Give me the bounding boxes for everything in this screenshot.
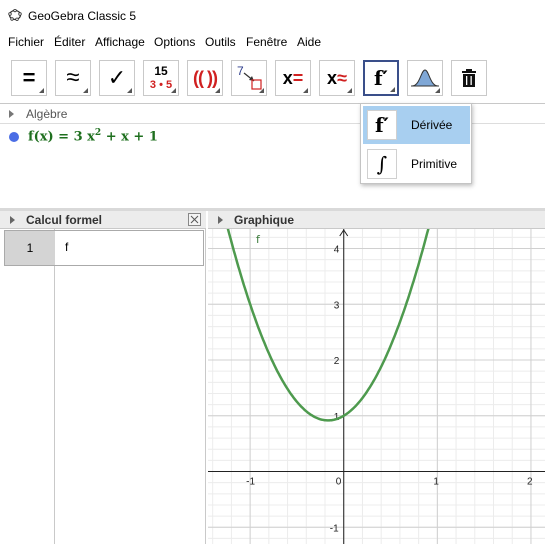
collapse-arrow-icon[interactable] <box>9 110 14 118</box>
menu-options[interactable]: Options <box>154 35 195 49</box>
curve-label-f: f <box>256 233 261 246</box>
menu-item-derivee[interactable]: f′ Dérivée <box>363 106 470 144</box>
y-tick-label: 2 <box>334 356 340 367</box>
expr-rhs: + x + 1 <box>101 129 158 145</box>
derivative-icon: f′ <box>367 110 397 140</box>
graphics-view-header[interactable]: Graphique <box>208 211 545 229</box>
title-bar: GeoGebra Classic 5 <box>0 0 545 32</box>
y-tick-label: -1 <box>330 523 339 534</box>
collapse-arrow-icon[interactable] <box>10 216 15 224</box>
menu-fenetre[interactable]: Fenêtre <box>246 35 287 49</box>
cas-view-title: Calcul formel <box>26 213 103 227</box>
evaluate-tool-button[interactable]: = <box>11 60 47 96</box>
integral-icon: ∫ <box>367 149 397 179</box>
window-title: GeoGebra Classic 5 <box>28 9 137 23</box>
derivative-icon: f′ <box>374 66 388 90</box>
x-tick-label: 2 <box>527 477 533 488</box>
menu-fichier[interactable]: Fichier <box>8 35 44 49</box>
y-tick-label: 3 <box>334 300 340 311</box>
function-curve-f[interactable] <box>220 202 437 422</box>
expr-lhs: f(x) = 3 x <box>28 129 95 145</box>
toolbar: = ≈ ✓ 15 3 • 5 (( )) 7 x= x≈ f′ <box>0 52 545 104</box>
menu-bar: Fichier Éditer Affichage Options Outils … <box>0 32 545 52</box>
collapse-arrow-icon[interactable] <box>218 216 223 224</box>
menu-aide[interactable]: Aide <box>297 35 321 49</box>
menu-item-label: Dérivée <box>411 118 453 132</box>
cas-row-input[interactable]: f <box>65 240 68 254</box>
graphics-view[interactable]: -1 0 1 2 4 3 2 1 -1 f <box>208 202 545 544</box>
menu-editer[interactable]: Éditer <box>54 35 85 49</box>
derivative-dropdown-menu: f′ Dérivée ∫ Primitive <box>360 103 472 184</box>
menu-outils[interactable]: Outils <box>205 35 236 49</box>
probability-calculator-button[interactable] <box>407 60 443 96</box>
function-definition[interactable]: f(x) = 3 x2 + x + 1 <box>28 128 158 144</box>
x-tick-label: 1 <box>433 477 439 488</box>
x-tick-label: 0 <box>336 477 342 488</box>
solve-numerically-tool-button[interactable]: x≈ <box>319 60 355 96</box>
cas-row-number[interactable]: 1 <box>5 231 55 265</box>
checkmark-icon: ✓ <box>107 65 127 90</box>
factor-tool-button[interactable]: 15 3 • 5 <box>143 60 179 96</box>
y-tick-label: 4 <box>334 245 340 256</box>
trash-icon <box>462 69 476 87</box>
delete-tool-button[interactable] <box>451 60 487 96</box>
substitute-tool-button[interactable]: 7 <box>231 60 267 96</box>
solve-numeric-icon: x≈ <box>327 67 347 88</box>
cas-view: 1 f <box>0 229 206 544</box>
approx-icon: ≈ <box>66 64 80 91</box>
derivative-tool-button[interactable]: f′ <box>363 60 399 96</box>
parentheses-icon: (( )) <box>193 67 218 88</box>
keep-input-tool-button[interactable]: ✓ <box>99 60 135 96</box>
x-tick-label: -1 <box>246 477 255 488</box>
expand-tool-button[interactable]: (( )) <box>187 60 223 96</box>
svg-text:7: 7 <box>237 64 244 78</box>
cas-view-header[interactable]: Calcul formel <box>0 211 206 229</box>
distribution-curve-icon <box>411 69 439 87</box>
factor-icon-top: 15 <box>154 64 168 78</box>
solve-icon: x= <box>282 67 304 88</box>
visibility-toggle-icon[interactable] <box>9 132 19 142</box>
menu-item-label: Primitive <box>411 157 458 171</box>
factor-icon-bottom: 3 • 5 <box>149 79 173 91</box>
numeric-tool-button[interactable]: ≈ <box>55 60 91 96</box>
graphics-canvas[interactable]: -1 0 1 24321-1f <box>208 202 545 544</box>
equals-icon: = <box>22 65 36 90</box>
graphics-view-title: Graphique <box>234 213 295 227</box>
close-icon[interactable] <box>188 213 201 226</box>
cas-row[interactable]: 1 f <box>4 230 204 266</box>
menu-affichage[interactable]: Affichage <box>95 35 145 49</box>
algebra-view-title: Algèbre <box>26 107 68 121</box>
geogebra-app-icon <box>8 9 22 21</box>
menu-item-primitive[interactable]: ∫ Primitive <box>363 145 470 183</box>
solve-tool-button[interactable]: x= <box>275 60 311 96</box>
